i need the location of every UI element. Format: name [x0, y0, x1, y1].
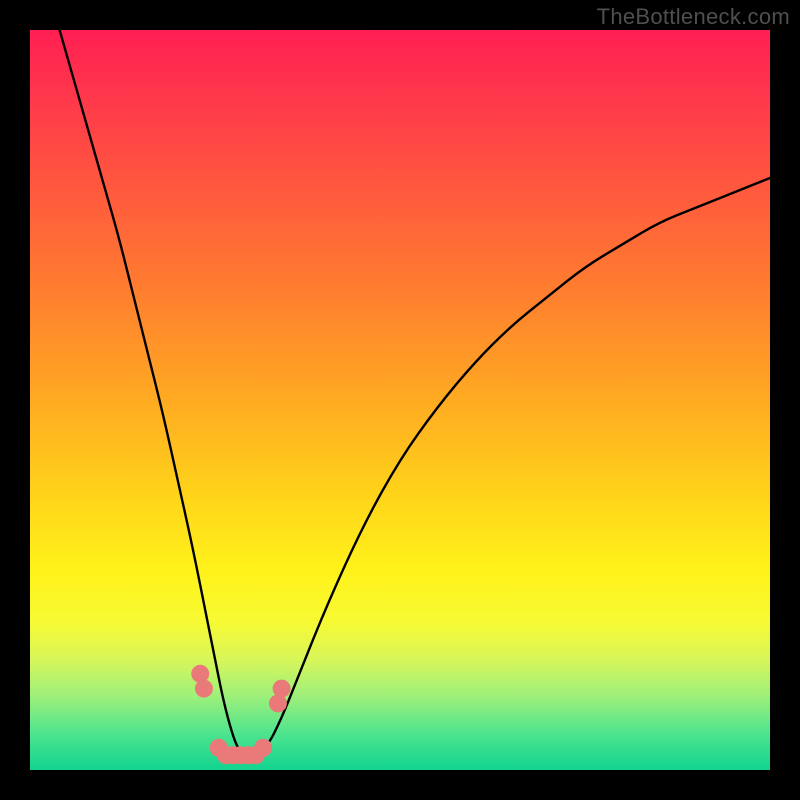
- curve-layer: [30, 30, 770, 770]
- marker-dot: [195, 680, 213, 698]
- marker-dot: [273, 680, 291, 698]
- highlighted-points: [191, 665, 290, 764]
- watermark-label: TheBottleneck.com: [597, 4, 790, 30]
- marker-dot: [254, 739, 272, 757]
- plot-area: [30, 30, 770, 770]
- chart-frame: TheBottleneck.com: [0, 0, 800, 800]
- bottleneck-curve: [60, 30, 770, 755]
